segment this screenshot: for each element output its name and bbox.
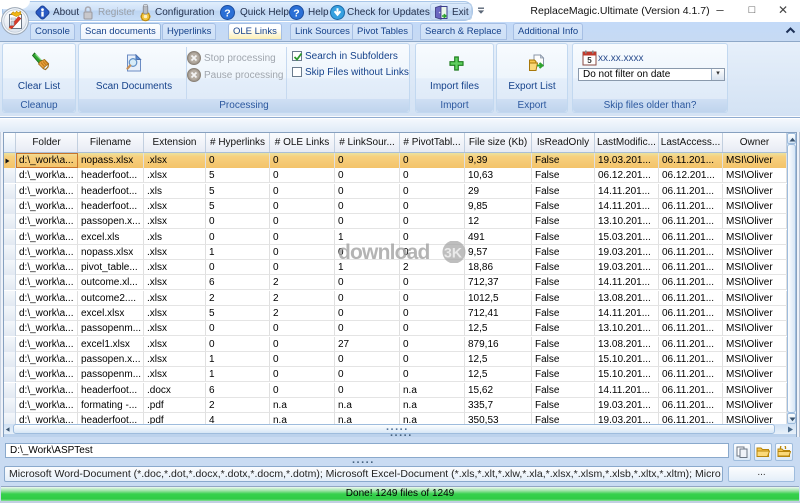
svg-text:?: ? (224, 7, 230, 19)
svg-text:download: download (338, 241, 430, 263)
svg-text:?: ? (293, 7, 299, 19)
svg-text:5: 5 (587, 56, 592, 65)
svg-text:3K: 3K (444, 245, 462, 261)
